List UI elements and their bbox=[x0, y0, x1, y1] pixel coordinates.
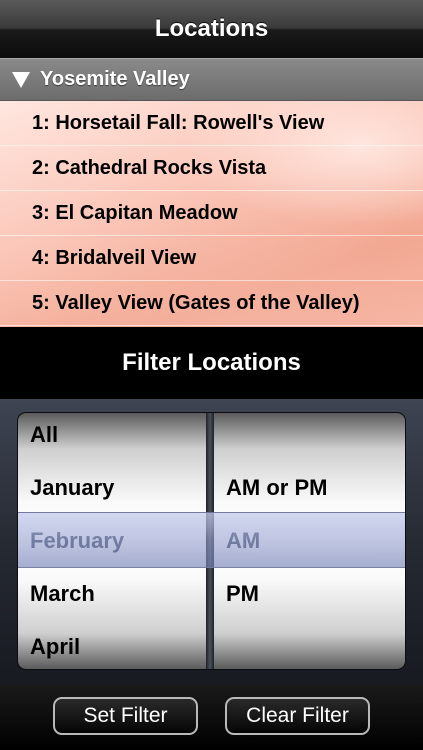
picker-wheels: All January February March April AM or P… bbox=[18, 413, 405, 669]
locations-list[interactable]: 1: Horsetail Fall: Rowell's View 2: Cath… bbox=[0, 101, 423, 327]
nav-bar: Locations bbox=[0, 0, 423, 59]
time-option[interactable]: PM bbox=[226, 581, 259, 607]
list-item[interactable]: 1: Horsetail Fall: Rowell's View bbox=[0, 101, 423, 146]
list-item-label: 5: Valley View (Gates of the Valley) bbox=[32, 292, 360, 314]
list-item[interactable]: 5: Valley View (Gates of the Valley) bbox=[0, 281, 423, 326]
section-header-label: Yosemite Valley bbox=[40, 68, 190, 90]
list-item-label: 2: Cathedral Rocks Vista bbox=[32, 157, 267, 179]
list-item[interactable]: 2: Cathedral Rocks Vista bbox=[0, 146, 423, 191]
list-item[interactable]: 3: El Capitan Meadow bbox=[0, 191, 423, 236]
list-item[interactable]: 4: Bridalveil View bbox=[0, 236, 423, 281]
list-item-label: 3: El Capitan Meadow bbox=[32, 202, 238, 224]
list-item-label: 4: Bridalveil View bbox=[32, 247, 197, 269]
filter-picker: All January February March April AM or P… bbox=[0, 399, 423, 685]
month-option-selected[interactable]: February bbox=[30, 528, 124, 554]
page-title: Locations bbox=[154, 15, 269, 42]
month-wheel[interactable]: All January February March April bbox=[18, 413, 206, 669]
section-header-yosemite-valley[interactable]: Yosemite Valley bbox=[0, 58, 423, 101]
triangle-down-icon bbox=[12, 72, 30, 88]
filter-title: Filter Locations bbox=[0, 327, 423, 399]
time-option-selected[interactable]: AM bbox=[226, 528, 260, 554]
time-wheel[interactable]: AM or PM AM PM bbox=[214, 413, 405, 669]
month-option[interactable]: January bbox=[30, 475, 114, 501]
time-option[interactable]: AM or PM bbox=[226, 475, 327, 501]
clear-filter-button[interactable]: Clear Filter bbox=[225, 697, 370, 735]
set-filter-button[interactable]: Set Filter bbox=[53, 697, 198, 735]
month-option[interactable]: April bbox=[30, 634, 80, 660]
month-option[interactable]: March bbox=[30, 581, 95, 607]
month-option[interactable]: All bbox=[30, 422, 58, 448]
bottom-toolbar: Set Filter Clear Filter bbox=[0, 685, 423, 750]
wheel-divider bbox=[206, 413, 214, 669]
list-item-label: 1: Horsetail Fall: Rowell's View bbox=[32, 112, 325, 134]
